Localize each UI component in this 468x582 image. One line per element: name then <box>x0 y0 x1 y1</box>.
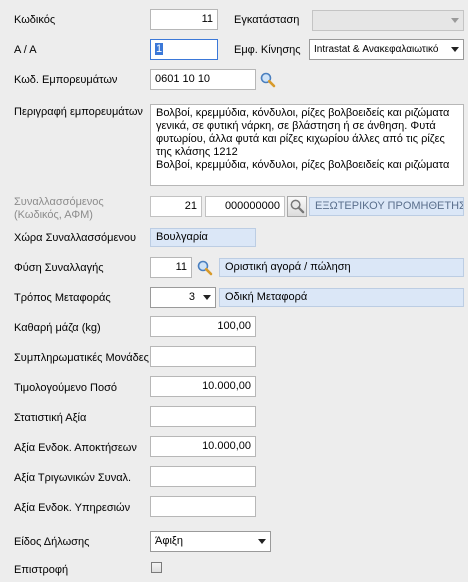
aa-label: Α / Α <box>14 44 37 56</box>
supplementary-units-field[interactable] <box>150 346 256 367</box>
aa-field[interactable]: 1 <box>150 39 218 60</box>
declaration-type-select[interactable]: Άφιξη <box>150 531 271 552</box>
invoiced-amount-field[interactable]: 10.000,00 <box>150 376 256 397</box>
search-icon <box>290 199 305 214</box>
transport-mode-desc-field: Οδική Μεταφορά <box>219 288 464 307</box>
transaction-nature-label: Φύση Συναλλαγής <box>14 262 104 274</box>
return-label: Επιστροφή <box>14 564 69 576</box>
transaction-nature-desc-field: Οριστική αγορά / πώληση <box>219 258 464 277</box>
statistical-value-label: Στατιστική Αξία <box>14 412 87 424</box>
goods-description-label: Περιγραφή εμπορευμάτων <box>14 106 143 118</box>
chevron-down-icon <box>258 539 266 544</box>
chevron-down-icon <box>451 18 459 23</box>
facility-label: Εγκατάσταση <box>234 14 300 26</box>
aa-value: 1 <box>155 43 164 55</box>
trader-name-field: ΕΞΩΤΕΡΙΚΟΥ ΠΡΟΜΗΘΕΤΗΣ <box>309 197 464 216</box>
triangular-value-label: Αξία Τριγωνικών Συναλ. <box>14 472 132 484</box>
trader-code-field[interactable]: 21 <box>150 196 202 217</box>
declaration-type-value: Άφιξη <box>155 535 183 547</box>
transport-mode-label: Τρόπος Μεταφοράς <box>14 292 111 304</box>
triangular-value-field[interactable] <box>150 466 256 487</box>
net-mass-label: Καθαρή μάζα (kg) <box>14 322 101 334</box>
trader-country-field: Βουλγαρία <box>150 228 256 247</box>
trader-label: Συναλλασσόμενος (Κωδικός, ΑΦΜ) <box>14 196 104 221</box>
code-label: Κωδικός <box>14 14 56 26</box>
transport-mode-code: 3 <box>188 291 195 303</box>
internal-services-value-field[interactable] <box>150 496 256 517</box>
trader-afm-field[interactable]: 000000000 <box>205 196 285 217</box>
declaration-type-label: Είδος Δήλωσης <box>14 536 90 548</box>
transport-mode-select[interactable]: 3 <box>150 287 216 308</box>
goods-code-field[interactable]: 0601 10 10 <box>150 69 256 90</box>
search-icon[interactable] <box>259 71 277 89</box>
movement-display-label: Εμφ. Κίνησης <box>234 44 301 56</box>
statistical-value-field[interactable] <box>150 406 256 427</box>
internal-services-value-label: Αξία Ενδοκ. Υπηρεσιών <box>14 502 131 514</box>
trader-country-label: Χώρα Συναλλασσόμενου <box>14 232 137 244</box>
supplementary-units-label: Συμπληρωματικές Μονάδες <box>14 352 149 364</box>
transaction-nature-code-field[interactable]: 11 <box>150 257 192 278</box>
invoiced-amount-label: Τιμολογούμενο Ποσό <box>14 382 117 394</box>
return-checkbox[interactable] <box>151 562 162 573</box>
movement-display-value: Intrastat & Ανακεφαλαιωτικό <box>314 44 439 55</box>
code-field[interactable]: 11 <box>150 9 218 30</box>
chevron-down-icon <box>203 295 211 300</box>
goods-code-label: Κωδ. Εμπορευμάτων <box>14 74 118 86</box>
movement-display-select[interactable]: Intrastat & Ανακεφαλαιωτικό <box>309 39 464 60</box>
goods-description-text: Βολβοί, κρεμμύδια, κόνδυλοι, ρίζες βολβο… <box>156 107 450 171</box>
net-mass-field[interactable]: 100,00 <box>150 316 256 337</box>
internal-shipments-value-field[interactable]: 10.000,00 <box>150 436 256 457</box>
chevron-down-icon <box>451 47 459 52</box>
internal-shipments-value-label: Αξία Ενδοκ. Αποκτήσεων <box>14 442 137 454</box>
trader-search-button[interactable] <box>287 196 307 217</box>
goods-description-textarea[interactable]: Βολβοί, κρεμμύδια, κόνδυλοι, ρίζες βολβο… <box>150 104 464 186</box>
facility-select[interactable] <box>312 10 464 31</box>
search-icon[interactable] <box>196 259 214 277</box>
